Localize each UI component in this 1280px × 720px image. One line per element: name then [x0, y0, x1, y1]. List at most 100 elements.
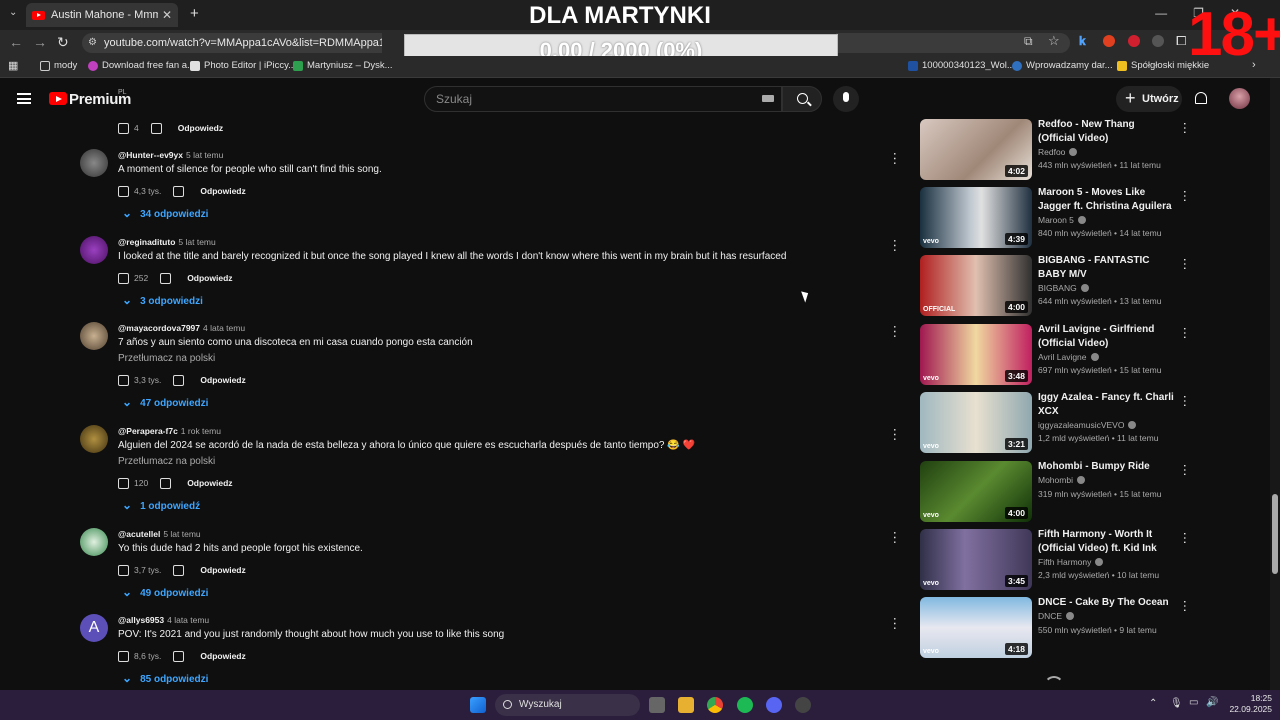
tab-close-icon[interactable]: ✕ — [162, 8, 172, 22]
dislike-thumb-icon[interactable] — [173, 374, 185, 386]
reply-button[interactable]: Odpowiedz — [187, 273, 232, 283]
comment-menu-icon[interactable]: ⋯ — [887, 428, 904, 442]
like-thumb-icon[interactable] — [118, 650, 129, 662]
spotify-icon[interactable] — [737, 697, 753, 713]
recommended-video[interactable]: vevo 4:18 DNCE - Cake By The Ocean DNCE 5… — [920, 597, 1260, 659]
comment-menu-icon[interactable]: ⋯ — [887, 152, 904, 166]
view-replies-button[interactable]: 1 odpowiedź — [122, 498, 200, 512]
scrollbar-thumb[interactable] — [1272, 494, 1278, 574]
avatar[interactable]: A — [80, 614, 108, 642]
video-menu-icon[interactable]: ⋯ — [1177, 258, 1193, 271]
tab-list-chevron-icon[interactable]: ⌄ — [9, 7, 17, 18]
bookmark-item[interactable]: 100000340123_Wol... — [908, 60, 1015, 71]
recommended-video[interactable]: vevo 3:48 Avril Lavigne - Girlfriend (Off… — [920, 324, 1260, 386]
video-channel[interactable]: Maroon 5 — [1038, 215, 1086, 225]
mic-tray-icon[interactable]: 🎙 — [1170, 698, 1183, 709]
minimize-icon[interactable]: — — [1155, 6, 1167, 20]
video-channel[interactable]: Mohombi — [1038, 475, 1085, 485]
keyboard-icon[interactable] — [762, 95, 774, 102]
reply-button[interactable]: Odpowiedz — [200, 375, 245, 385]
video-channel[interactable]: iggyazaleamusicVEVO — [1038, 420, 1137, 430]
page-scrollbar[interactable] — [1270, 78, 1280, 690]
video-thumbnail[interactable]: vevo 3:48 — [920, 324, 1032, 385]
comment-menu-icon[interactable]: ⋯ — [887, 617, 904, 631]
reply-button[interactable]: Odpowiedz — [200, 186, 245, 196]
steam-icon[interactable] — [795, 697, 811, 713]
extension-icon[interactable]: 𝐤 — [1079, 34, 1086, 49]
search-button[interactable] — [782, 86, 822, 112]
back-arrow-icon[interactable]: ← — [9, 34, 23, 50]
site-info-icon[interactable]: ⚙ — [88, 33, 97, 53]
create-button[interactable]: Utwórz — [1116, 85, 1182, 112]
recommended-video[interactable]: 4:02 Redfoo - New Thang (Official Video)… — [920, 119, 1260, 181]
comment-author[interactable]: @reginadituto 5 lat temu — [118, 237, 216, 247]
comment-author[interactable]: @Perapera-f7c 1 rok temu — [118, 426, 221, 436]
video-thumbnail[interactable]: OFFICIAL 4:00 — [920, 255, 1032, 316]
video-menu-icon[interactable]: ⋯ — [1177, 327, 1193, 340]
like-thumb-icon[interactable] — [118, 374, 129, 386]
video-thumbnail[interactable]: vevo 4:18 — [920, 597, 1032, 658]
avatar[interactable] — [80, 149, 108, 177]
avatar[interactable] — [80, 236, 108, 264]
avatar[interactable] — [80, 528, 108, 556]
video-menu-icon[interactable]: ⋯ — [1177, 600, 1193, 613]
bookmark-item[interactable]: Martyniusz – Dysk... — [293, 60, 393, 71]
video-menu-icon[interactable]: ⋯ — [1177, 395, 1193, 408]
extension-flame-icon[interactable] — [1103, 35, 1115, 47]
video-title[interactable]: Iggy Azalea - Fancy ft. Charli XCX — [1038, 391, 1174, 418]
view-replies-button[interactable]: 34 odpowiedzi — [122, 206, 208, 220]
video-channel[interactable]: DNCE — [1038, 611, 1075, 621]
video-title[interactable]: Maroon 5 - Moves Like Jagger ft. Christi… — [1038, 186, 1174, 213]
video-menu-icon[interactable]: ⋯ — [1177, 532, 1193, 545]
extensions-puzzle-icon[interactable]: ⧠ — [1176, 33, 1186, 49]
avatar[interactable] — [80, 425, 108, 453]
dislike-thumb-icon[interactable] — [160, 477, 172, 489]
video-title[interactable]: DNCE - Cake By The Ocean — [1038, 596, 1174, 610]
avatar[interactable] — [80, 322, 108, 350]
dislike-thumb-icon[interactable] — [150, 122, 162, 134]
more-bookmarks-chevron-icon[interactable]: › — [1252, 59, 1256, 71]
comment-author[interactable]: @mayacordova7997 4 lata temu — [118, 323, 245, 333]
view-replies-button[interactable]: 47 odpowiedzi — [122, 395, 208, 409]
comment-author[interactable]: @allys6953 4 lata temu — [118, 615, 209, 625]
tray-chevron-icon[interactable]: ⌃ — [1149, 698, 1157, 709]
recommended-video[interactable]: OFFICIAL 4:00 BIGBANG - FANTASTIC BABY M/… — [920, 255, 1260, 317]
translate-link[interactable]: Przetłumacz na polski — [118, 456, 215, 467]
video-menu-icon[interactable]: ⋯ — [1177, 122, 1193, 135]
view-replies-button[interactable]: 85 odpowiedzi — [122, 671, 208, 685]
video-thumbnail[interactable]: vevo 4:39 — [920, 187, 1032, 248]
recommended-video[interactable]: vevo 4:39 Maroon 5 - Moves Like Jagger ft… — [920, 187, 1260, 249]
like-thumb-icon[interactable] — [118, 272, 129, 284]
video-channel[interactable]: Redfoo — [1038, 147, 1078, 157]
bookmark-item[interactable]: mody — [40, 60, 77, 71]
dislike-thumb-icon[interactable] — [173, 650, 185, 662]
recommended-video[interactable]: vevo 3:45 Fifth Harmony - Worth It (Offic… — [920, 529, 1260, 591]
bookmark-star-icon[interactable]: ☆ — [1048, 33, 1060, 49]
translate-link[interactable]: Przetłumacz na polski — [118, 353, 215, 364]
video-thumbnail[interactable]: 4:02 — [920, 119, 1032, 180]
dislike-thumb-icon[interactable] — [160, 272, 172, 284]
like-thumb-icon[interactable] — [118, 564, 129, 576]
account-avatar[interactable] — [1229, 88, 1250, 109]
url-field[interactable]: ⚙ youtube.com/watch?v=MMAppa1cAVo&list=R… — [82, 33, 382, 53]
start-windows-icon[interactable] — [470, 697, 486, 713]
task-view-icon[interactable] — [649, 697, 665, 713]
display-tray-icon[interactable]: ▭ — [1189, 697, 1198, 708]
comment-author[interactable]: @Hunter--ev9yx 5 lat temu — [118, 150, 223, 160]
video-channel[interactable]: BIGBANG — [1038, 283, 1089, 293]
forward-arrow-icon[interactable]: → — [33, 34, 47, 50]
chrome-icon[interactable] — [707, 697, 723, 713]
dislike-thumb-icon[interactable] — [173, 185, 185, 197]
video-thumbnail[interactable]: vevo 3:21 — [920, 392, 1032, 453]
notifications-bell-icon[interactable] — [1195, 92, 1207, 104]
taskbar-search[interactable]: Wyszukaj — [495, 694, 640, 716]
recommended-video[interactable]: vevo 3:21 Iggy Azalea - Fancy ft. Charli … — [920, 392, 1260, 454]
recommended-video[interactable]: vevo 4:00 Mohombi - Bumpy Ride Mohombi 31… — [920, 461, 1260, 523]
menu-hamburger-icon[interactable] — [17, 93, 31, 104]
bookmark-item[interactable]: Download free fan a... — [88, 60, 195, 71]
video-menu-icon[interactable]: ⋯ — [1177, 464, 1193, 477]
video-thumbnail[interactable]: vevo 3:45 — [920, 529, 1032, 590]
bookmark-item[interactable]: Photo Editor | iPiccy... — [190, 60, 296, 71]
new-tab-plus-icon[interactable]: + — [190, 5, 199, 22]
install-app-icon[interactable]: ⧉ — [1024, 34, 1033, 49]
